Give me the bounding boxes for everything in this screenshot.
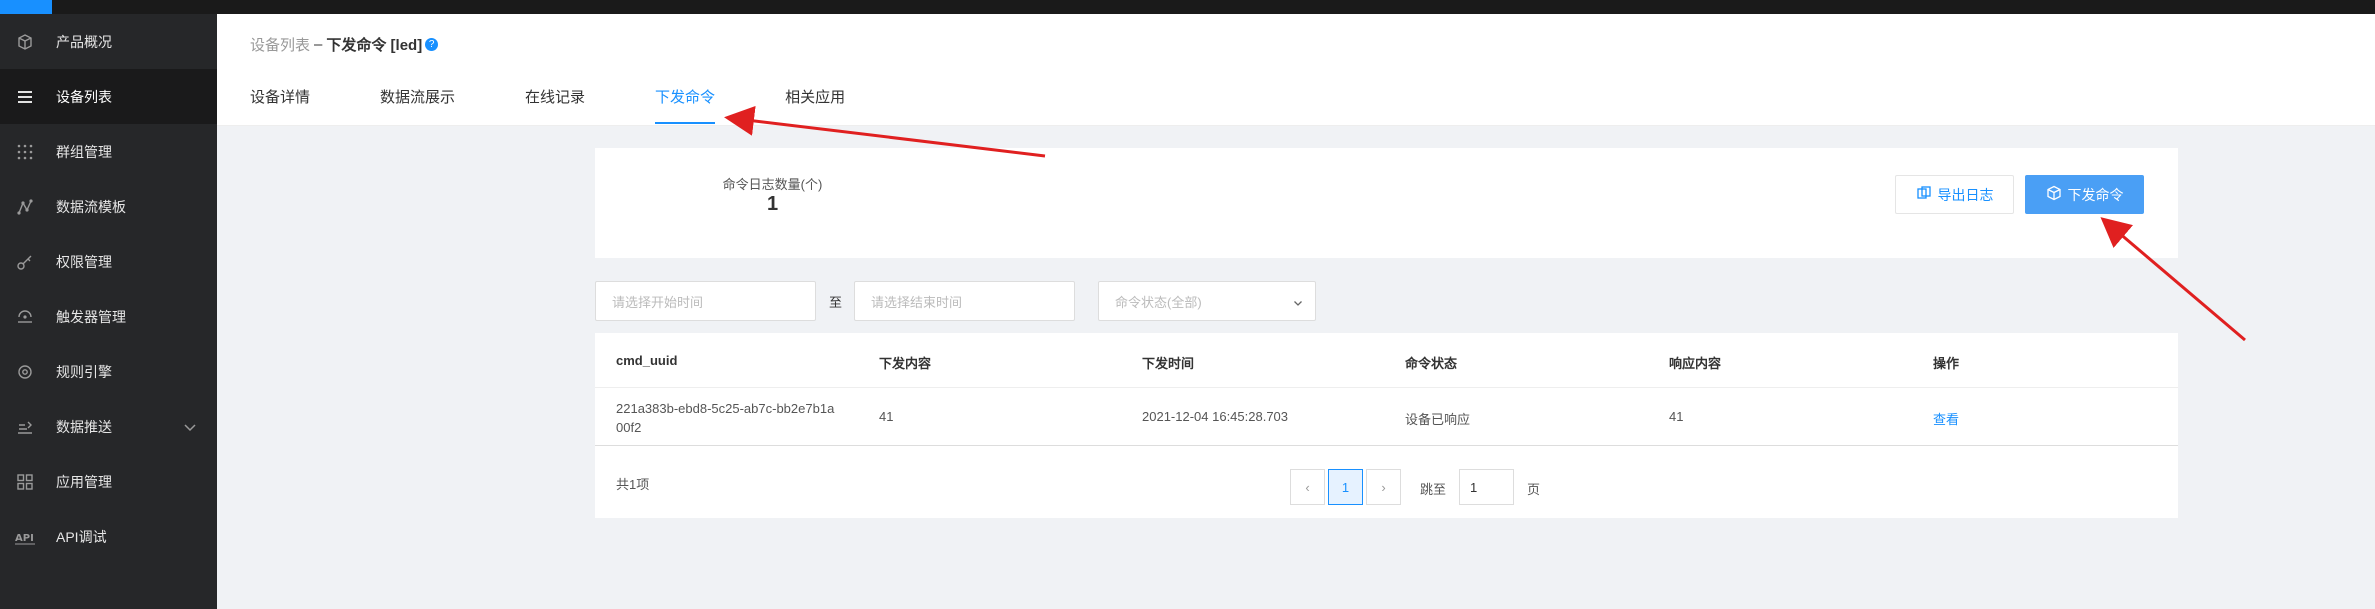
column-header: 下发时间 <box>1142 356 1195 371</box>
chevron-down-icon <box>1293 296 1303 306</box>
sidebar-item-label: 规则引擎 <box>56 363 112 380</box>
sidebar-item-product-overview[interactable]: 产品概况 <box>0 14 217 69</box>
sidebar: 产品概况 设备列表 群组管理 数据流模板 权限管理 触发器管理 规则引擎 数据推… <box>0 14 217 609</box>
breadcrumb-current: 下发命令 [led] <box>326 37 423 54</box>
total-count: 共1项 <box>616 477 650 492</box>
prev-page-button[interactable]: ‹ <box>1290 469 1325 505</box>
graph-icon <box>15 197 35 217</box>
tab-related-apps[interactable]: 相关应用 <box>785 86 845 126</box>
end-time-picker[interactable]: 请选择结束时间 <box>854 281 1075 321</box>
sidebar-item-device-list[interactable]: 设备列表 <box>0 69 217 124</box>
svg-text:API: API <box>15 533 34 544</box>
sidebar-item-label: 产品概况 <box>56 33 112 50</box>
export-log-button[interactable]: 导出日志 <box>1895 175 2014 214</box>
tab-bar: 设备详情 数据流展示 在线记录 下发命令 相关应用 <box>250 86 915 126</box>
column-header: 操作 <box>1933 356 1960 371</box>
stat-value: 1 <box>766 193 779 215</box>
signal-icon <box>15 307 35 327</box>
sidebar-item-label: 触发器管理 <box>56 308 126 325</box>
table-header: cmd_uuid 下发内容 下发时间 命令状态 响应内容 操作 <box>595 333 2178 388</box>
sidebar-item-label: 数据流模板 <box>56 198 126 215</box>
end-time-placeholder: 请选择结束时间 <box>871 294 963 310</box>
top-bar <box>0 0 2375 14</box>
sidebar-item-app-management[interactable]: 应用管理 <box>0 454 217 509</box>
sidebar-item-label: 设备列表 <box>56 88 112 105</box>
sidebar-item-api-debug[interactable]: API API调试 <box>0 509 217 564</box>
sidebar-item-label: 数据推送 <box>56 418 112 435</box>
sidebar-item-label: 应用管理 <box>56 473 112 490</box>
export-icon <box>1916 185 1932 204</box>
start-time-picker[interactable]: 请选择开始时间 <box>595 281 816 321</box>
list-icon <box>15 87 35 107</box>
sidebar-item-trigger-management[interactable]: 触发器管理 <box>0 289 217 344</box>
sidebar-item-group-management[interactable]: 群组管理 <box>0 124 217 179</box>
tab-device-detail[interactable]: 设备详情 <box>250 86 310 126</box>
cube-icon <box>2046 185 2062 204</box>
tab-send-command[interactable]: 下发命令 <box>655 86 716 126</box>
status-placeholder: 命令状态(全部) <box>1115 294 1202 310</box>
jump-label: 跳至 <box>1420 482 1447 497</box>
status-cell: 设备已响应 <box>1405 412 1471 427</box>
api-icon: API <box>15 527 35 547</box>
response-cell: 41 <box>1669 409 1684 424</box>
jump-page-input[interactable]: 1 <box>1459 469 1514 505</box>
cmd-uuid-cell: 221a383b-ebd8-5c25-ab7c-bb2e7b1a 00f2 <box>616 399 834 437</box>
sidebar-item-data-push[interactable]: 数据推送 <box>0 399 217 454</box>
send-label: 下发命令 <box>2067 186 2124 203</box>
breadcrumb-parent[interactable]: 设备列表 <box>250 34 310 55</box>
logo[interactable] <box>0 0 52 14</box>
sidebar-item-datastream-template[interactable]: 数据流模板 <box>0 179 217 234</box>
command-status-select[interactable]: 命令状态(全部) <box>1098 281 1316 321</box>
cube-icon <box>15 32 35 52</box>
page-suffix: 页 <box>1527 482 1541 497</box>
cmd-uuid-line: 221a383b-ebd8-5c25-ab7c-bb2e7b1a <box>616 401 835 416</box>
page-header: 设备列表 – 下发命令 [led] ? 设备详情 数据流展示 在线记录 下发命令… <box>217 14 2375 126</box>
apps-icon <box>15 472 35 492</box>
table-row: 221a383b-ebd8-5c25-ab7c-bb2e7b1a 00f2 41… <box>595 388 2178 446</box>
command-log-table: cmd_uuid 下发内容 下发时间 命令状态 响应内容 操作 221a383b… <box>595 333 2178 518</box>
sidebar-item-permission-management[interactable]: 权限管理 <box>0 234 217 289</box>
breadcrumb: 设备列表 – 下发命令 [led] ? <box>250 34 439 55</box>
send-command-button[interactable]: 下发命令 <box>2025 175 2144 214</box>
sidebar-item-label: 权限管理 <box>56 253 112 270</box>
start-time-placeholder: 请选择开始时间 <box>612 294 704 310</box>
tab-datastream[interactable]: 数据流展示 <box>380 86 455 126</box>
chevron-down-icon[interactable] <box>183 420 197 434</box>
range-separator: 至 <box>829 295 843 310</box>
help-icon[interactable]: ? <box>425 38 439 51</box>
column-header: 命令状态 <box>1405 356 1458 371</box>
push-icon <box>15 417 35 437</box>
next-page-button[interactable]: › <box>1366 469 1401 505</box>
column-header: cmd_uuid <box>616 353 678 368</box>
content-cell: 41 <box>879 409 894 424</box>
sidebar-item-rule-engine[interactable]: 规则引擎 <box>0 344 217 399</box>
column-header: 响应内容 <box>1669 356 1722 371</box>
view-link[interactable]: 查看 <box>1933 409 1959 428</box>
cmd-uuid-line: 00f2 <box>616 420 642 435</box>
grid-dots-icon <box>15 142 35 162</box>
rule-icon <box>15 362 35 382</box>
sidebar-item-label: API调试 <box>56 528 107 545</box>
page-button[interactable]: 1 <box>1328 469 1363 505</box>
stat-label: 命令日志数量(个) <box>722 177 823 192</box>
sidebar-item-label: 群组管理 <box>56 143 112 160</box>
command-log-summary: 命令日志数量(个) 1 导出日志 下发命令 <box>595 148 2178 258</box>
time-cell: 2021-12-04 16:45:28.703 <box>1142 409 1289 424</box>
column-header: 下发内容 <box>879 356 932 371</box>
breadcrumb-separator: – <box>314 36 323 53</box>
export-label: 导出日志 <box>1937 186 1994 203</box>
key-icon <box>15 252 35 272</box>
tab-online-records[interactable]: 在线记录 <box>525 86 585 126</box>
